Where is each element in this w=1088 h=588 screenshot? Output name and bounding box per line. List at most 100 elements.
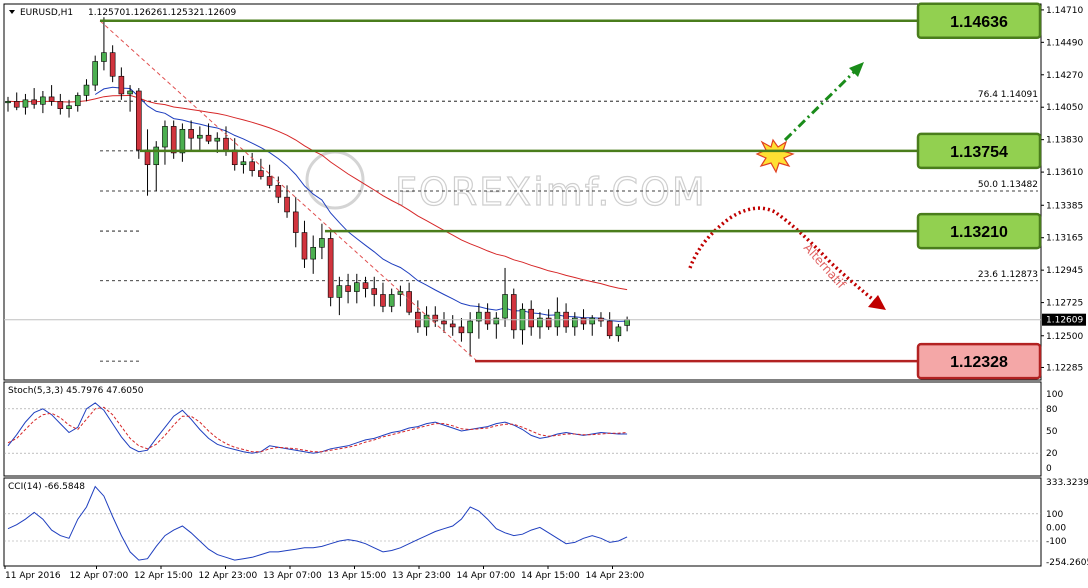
candle-body [458,326,465,334]
candle-body [57,101,64,109]
candle-body [22,99,29,108]
candle-body [31,99,37,105]
price-tick-label: 1.12285 [1046,363,1083,373]
candle-body [362,282,369,289]
level-label: 1.13210 [950,224,1008,241]
candle-body [336,285,343,298]
candle-body [144,149,151,166]
candle-body [223,137,229,151]
candle-body [240,161,247,166]
candle-body [179,129,186,154]
candle-body [528,308,535,328]
fibo-level-label: 50.0 1.13482 [978,180,1038,190]
time-tick-label: 14 Apr 15:00 [521,571,580,581]
candle-body [205,134,212,142]
ohlc-high: 1.12626 [125,8,162,18]
candle-body [83,84,90,96]
candle-body [5,101,11,104]
candle-body [371,288,378,295]
price-tick-label: 1.12500 [1046,332,1083,342]
candle-body [467,320,473,334]
eurusd-h1-chart: EURUSD,H1 1.12570 1.12626 1.12532 1.1260… [0,0,1088,588]
candle-body [275,185,282,198]
candle-body [484,311,491,325]
time-tick-label: 12 Apr 23:00 [199,571,258,581]
candle-body [319,238,325,248]
time-tick-label: 11 Apr 2016 [5,571,61,581]
candle-body [624,319,630,326]
candle-body [197,134,203,139]
symbol-title: EURUSD,H1 [20,8,73,18]
candle-body [74,95,81,107]
candle-body [118,75,125,95]
time-tick-label: 12 Apr 15:00 [134,571,193,581]
candle-body [127,90,133,95]
candle-body [580,317,587,325]
chart-header: EURUSD,H1 1.12570 1.12626 1.12532 1.1260… [9,8,236,18]
candle-body [380,294,386,307]
candle-body [214,137,221,142]
price-tick-label: 1.14270 [1046,71,1083,81]
time-tick-label: 14 Apr 07:00 [457,571,516,581]
candle-body [589,317,596,325]
candle-body [188,129,194,139]
stoch-tick-label: 0 [1046,464,1052,474]
candle-body [615,326,622,337]
candle-body [284,196,290,213]
candle-body [109,52,116,77]
time-tick-label: 13 Apr 07:00 [263,571,322,581]
price-tick-label: 1.12725 [1046,299,1083,309]
candle-body [162,126,168,148]
price-tick-label: 1.13385 [1046,201,1083,211]
price-tick-label: 1.13830 [1046,136,1083,146]
price-tick-label: 1.13610 [1046,168,1083,178]
candle-body [449,323,456,328]
stoch-tick-label: 50 [1046,427,1058,437]
candle-body [258,170,264,177]
candle-body [40,96,46,105]
stoch-title: Stoch(5,3,3) 45.7976 47.6050 [8,386,144,396]
price-tick-label: 1.13165 [1046,234,1083,244]
candle-body [13,101,20,108]
time-tick-label: 12 Apr 07:00 [70,571,129,581]
cci-tick-label: -100 [1046,537,1067,547]
candle-body [510,294,517,331]
candle-body [92,61,98,86]
level-label: 1.12328 [950,354,1008,371]
candle-body [292,211,299,233]
candle-body [327,238,334,298]
candle-body [406,291,412,313]
candle-body [310,246,317,260]
price-tick-label: 1.14490 [1046,38,1083,48]
current-price-value: 1.12609 [1046,316,1083,326]
candle-body [388,294,395,307]
candle-body [353,282,360,292]
ohlc-low: 1.12532 [162,8,199,18]
cci-tick-label: 100 [1046,510,1063,520]
fibo-level-label: 76.4 1.14091 [978,90,1038,100]
price-tick-label: 1.12945 [1046,266,1083,276]
price-tick-label: 1.14050 [1046,103,1083,113]
candle-body [493,317,500,325]
candle-body [606,320,613,337]
cci-tick-label: 333.3239 [1046,478,1088,488]
stoch-tick-label: 20 [1046,449,1058,459]
candle-body [441,320,447,325]
candle-body [301,232,308,260]
level-label: 1.13754 [950,144,1008,161]
cci-tick-label: -254.2605 [1046,558,1088,568]
cci-title: CCI(14) -66.5848 [8,482,85,492]
price-tick-label: 1.14710 [1046,6,1083,16]
candle-body [48,96,55,102]
ohlc-close: 1.12609 [199,8,236,18]
candle-body [136,90,142,151]
cci-tick-label: 0.00 [1046,523,1066,533]
candle-body [66,105,72,109]
candle-body [345,285,351,292]
candle-body [170,126,177,154]
stoch-tick-label: 80 [1046,405,1058,415]
time-tick-label: 14 Apr 23:00 [586,571,645,581]
candle-body [249,161,255,171]
ohlc-open: 1.12570 [88,8,125,18]
level-label: 1.14636 [950,14,1008,31]
